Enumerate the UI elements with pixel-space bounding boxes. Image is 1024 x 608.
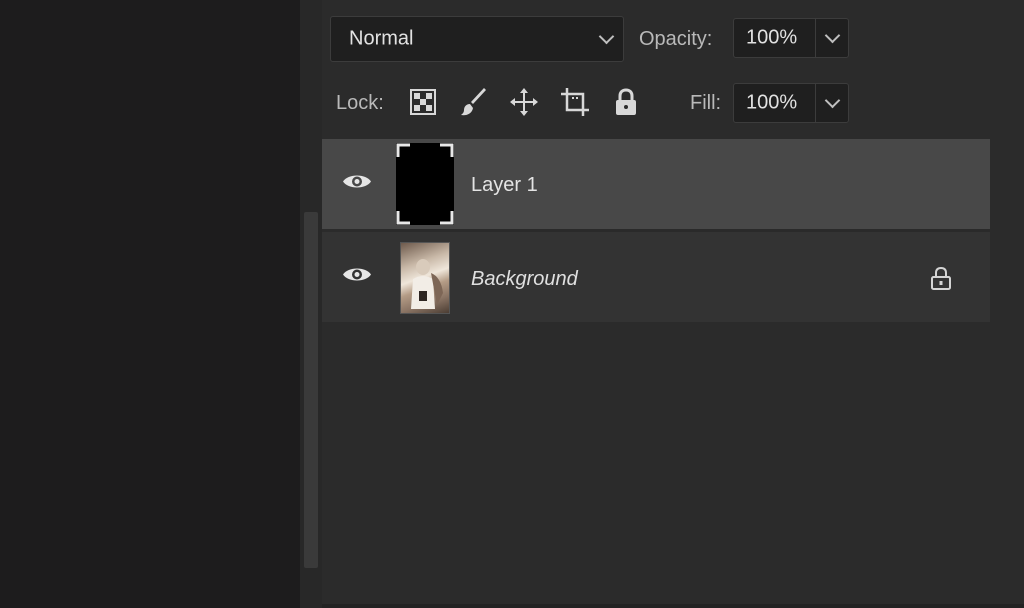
lock-image-pixels-icon[interactable] bbox=[458, 86, 490, 118]
visibility-eye-icon[interactable] bbox=[342, 172, 372, 197]
lock-transparent-pixels-icon[interactable] bbox=[407, 86, 439, 118]
chevron-down-icon bbox=[598, 28, 615, 45]
panel-footer-edge bbox=[322, 604, 1024, 608]
chevron-down-icon[interactable] bbox=[824, 27, 841, 44]
fill-label: Fill: bbox=[690, 92, 722, 114]
layer-row-background[interactable]: Background bbox=[322, 232, 990, 322]
layer-row-layer-1[interactable]: Layer 1 bbox=[322, 139, 990, 229]
blend-mode-value: Normal bbox=[349, 27, 414, 50]
panel-scrollbar-thumb[interactable] bbox=[304, 212, 318, 568]
photo-figure bbox=[411, 259, 443, 309]
lock-artboard-icon[interactable] bbox=[559, 86, 591, 118]
layer-thumbnail[interactable] bbox=[396, 143, 454, 225]
background-thumbnail-photo[interactable] bbox=[400, 242, 450, 314]
layer-name[interactable]: Background bbox=[471, 268, 578, 291]
layer-name[interactable]: Layer 1 bbox=[471, 174, 538, 197]
field-divider bbox=[815, 84, 816, 122]
chevron-down-icon[interactable] bbox=[824, 92, 841, 109]
field-divider bbox=[815, 19, 816, 57]
lock-position-icon[interactable] bbox=[508, 86, 540, 118]
fill-field[interactable]: 100% bbox=[733, 83, 849, 123]
opacity-value: 100% bbox=[746, 26, 798, 49]
layer-locked-icon[interactable] bbox=[930, 266, 952, 295]
opacity-label: Opacity: bbox=[639, 28, 713, 50]
lock-label: Lock: bbox=[336, 92, 384, 114]
visibility-eye-icon[interactable] bbox=[342, 265, 372, 290]
canvas-area bbox=[0, 0, 300, 608]
selection-bracket-icon bbox=[396, 143, 454, 225]
fill-value: 100% bbox=[746, 91, 798, 114]
blend-mode-dropdown[interactable]: Normal bbox=[330, 16, 624, 62]
lock-all-icon[interactable] bbox=[610, 86, 642, 118]
opacity-field[interactable]: 100% bbox=[733, 18, 849, 58]
